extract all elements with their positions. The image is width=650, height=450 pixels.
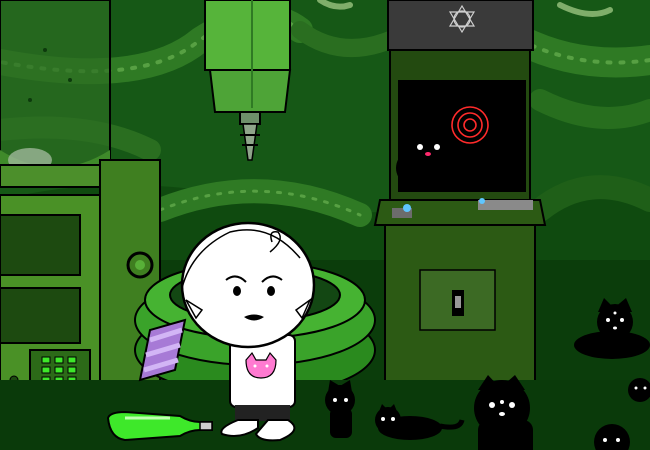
game-scene [0,0,650,450]
floor [0,380,650,450]
glass-tank [0,0,111,188]
room-illustration [0,0,650,450]
arcade-cabinet [373,0,547,391]
head [180,221,316,349]
